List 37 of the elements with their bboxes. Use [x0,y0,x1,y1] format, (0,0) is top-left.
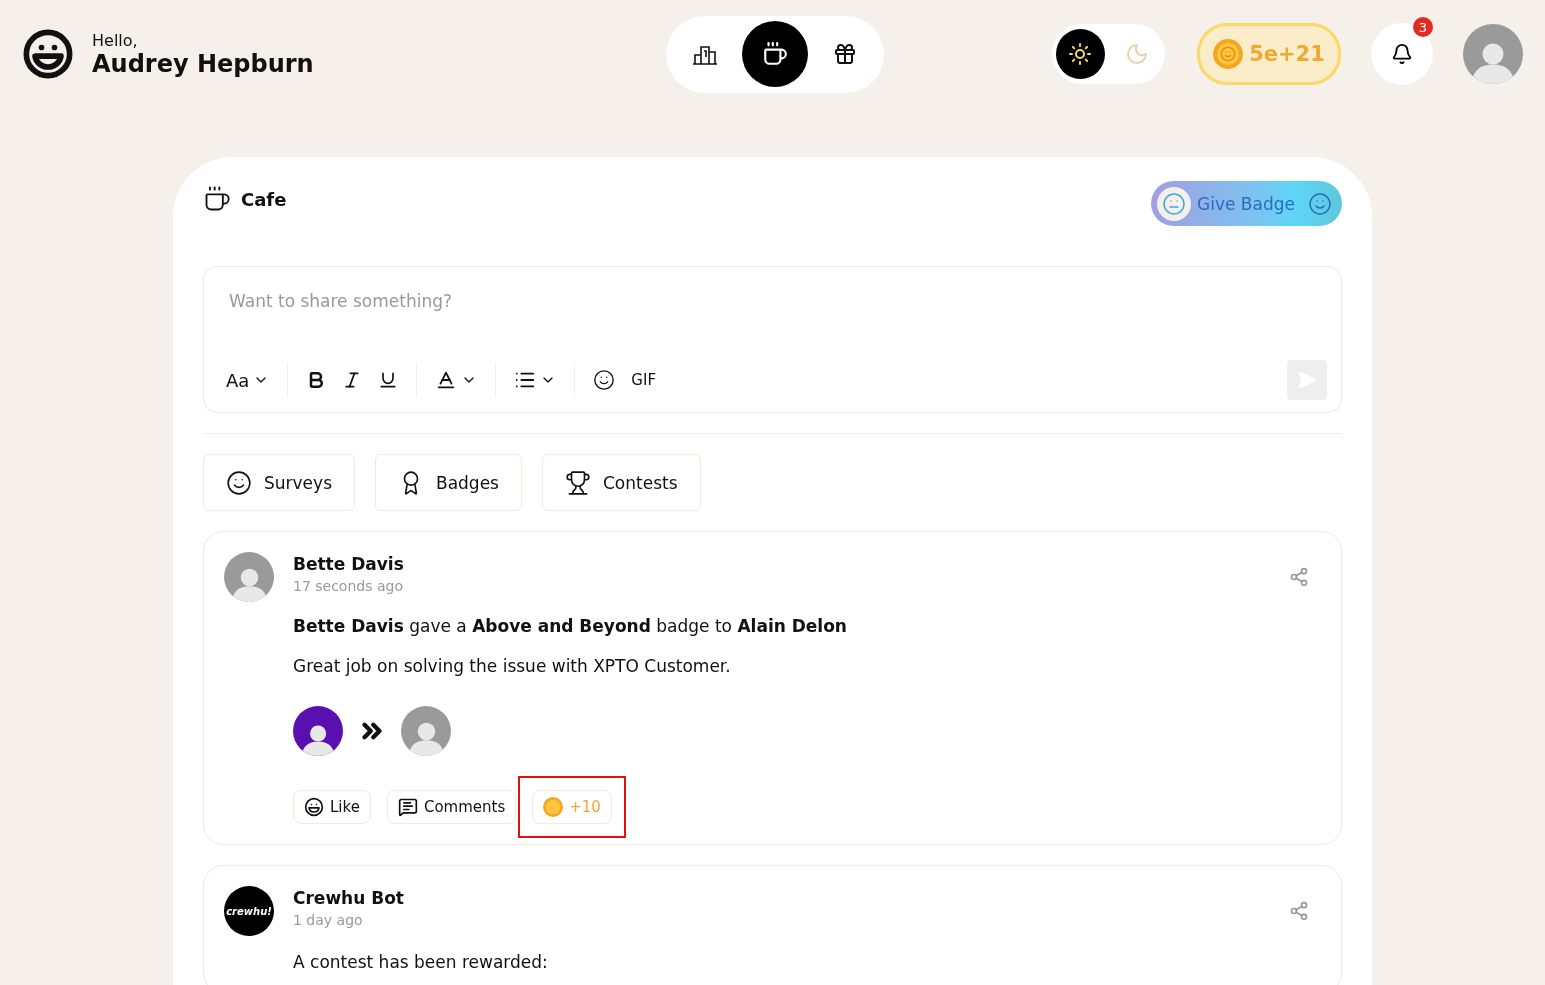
laughing-face-icon [304,797,324,817]
font-size-dropdown[interactable]: Aa [218,365,278,395]
gift-icon [833,42,857,66]
coin-icon [1213,39,1244,69]
coin-icon [543,797,564,817]
user-name: Audrey Hepburn [92,49,314,78]
gif-button[interactable]: GIF [623,367,665,393]
post-headline: Bette Davis gave a Above and Beyond badge to Alain Delon [293,616,847,636]
comment-icon [397,797,418,817]
moon-icon [1124,42,1149,66]
trophy-icon [565,469,591,496]
bell-icon [1391,43,1413,65]
notification-count: 3 [1413,17,1433,37]
post-message: Great job on solving the issue with XPTO Customer. [293,656,731,676]
theme-button[interactable] [1056,29,1105,79]
post-action-button[interactable]: Comments [386,790,517,824]
coin-count: 5e+21 [1249,42,1325,66]
neutral-face-icon [1157,186,1191,221]
post-message: A contest has been rewarded: [293,952,548,972]
coffee-cup-icon [203,185,231,213]
greeting-text: Hello, [92,30,139,50]
smile-icon [226,469,252,496]
smile-icon [593,369,616,391]
feed-filter-button[interactable]: Badges [375,454,522,511]
bot-avatar: crewhu! [224,886,274,936]
coffee-cup-icon [762,41,788,67]
post-action-button[interactable]: Like [293,790,371,824]
smile-icon [1308,191,1332,216]
logo-icon [22,28,74,80]
feed-title: Cafe [241,188,287,210]
author-name: Bette Davis [293,554,404,574]
feed-filter-button[interactable]: Surveys [203,454,355,511]
post-time: 1 day ago [293,912,363,928]
author-name: Crewhu Bot [293,888,404,908]
sun-icon [1068,42,1093,66]
feed-filter-button[interactable]: Contests [542,454,701,511]
post-time: 17 seconds ago [293,578,403,594]
